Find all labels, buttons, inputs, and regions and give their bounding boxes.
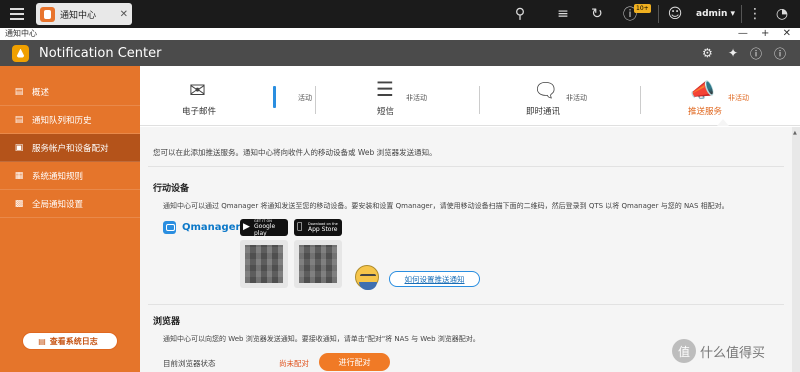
watermark-badge: 值: [672, 339, 696, 363]
log-icon: ▤: [38, 336, 46, 346]
view-system-log-label: 查看系统日志: [49, 336, 98, 346]
tab-push-service[interactable]: 📣 非活动 推送服务: [688, 66, 800, 126]
divider: [148, 166, 784, 167]
tab-status: 非活动: [728, 94, 749, 102]
window-titlebar: 通知中心 — + ✕: [0, 28, 800, 40]
app-tab-title: 通知中心: [60, 10, 97, 21]
scrollbar[interactable]: ▲: [792, 127, 800, 372]
browser-status-label: 目前浏览器状态: [163, 359, 216, 368]
tab-label: 短信: [377, 107, 395, 117]
topbar-divider: [658, 5, 659, 23]
gear-icon[interactable]: ⚙: [702, 40, 713, 66]
tab-status: 活动: [298, 94, 312, 102]
tab-sms[interactable]: ☰ 非活动 短信: [370, 66, 490, 126]
sidebar-item-rules[interactable]: ▦ 系统通知规则: [0, 162, 140, 190]
mascot-icon: [355, 265, 379, 290]
tools-icon[interactable]: ✦: [728, 40, 738, 66]
sidebar: ▤ 概述 ▤ 通知队列和历史 ▣ 服务帐户和设备配对 ▦ 系统通知规则 ▩ 全局通知设置: [0, 66, 140, 372]
sidebar-item-global-settings[interactable]: ▩ 全局通知设置: [0, 190, 140, 218]
sidebar-item-label: 服务帐户和设备配对: [32, 143, 109, 154]
search-icon[interactable]: ⚲: [510, 0, 530, 28]
google-play-label: Google play: [254, 222, 276, 237]
stack-icon[interactable]: ≡: [553, 0, 573, 28]
tab-divider: [640, 86, 641, 114]
divider: [148, 304, 784, 305]
sidebar-item-label: 全局通知设置: [32, 199, 84, 210]
sidebar-item-overview[interactable]: ▤ 概述: [0, 78, 140, 106]
hamburger-icon: [10, 13, 24, 15]
settings-icon: ▩: [14, 198, 24, 209]
sync-icon[interactable]: ↻: [587, 0, 607, 28]
tab-divider: [479, 86, 480, 114]
sidebar-item-queue-history[interactable]: ▤ 通知队列和历史: [0, 106, 140, 134]
megaphone-icon: 📣: [690, 78, 715, 102]
username: admin: [696, 9, 728, 19]
tab-close-icon[interactable]: ✕: [120, 9, 128, 20]
active-tab-caret: [717, 119, 729, 126]
rules-icon: ▦: [14, 170, 24, 181]
notification-app-icon: [40, 6, 55, 22]
tab-divider: [315, 86, 316, 114]
play-icon: ▶: [243, 222, 250, 232]
tab-status: 非活动: [566, 94, 587, 102]
intro-text: 您可以在此添加推送服务。通知中心将向收件人的移动设备或 Web 浏览器发送通知。: [153, 148, 437, 157]
tab-label: 推送服务: [688, 107, 723, 117]
user-menu[interactable]: admin ▾: [696, 0, 735, 28]
google-play-badge[interactable]: ▶ GET IT ON Google play: [240, 219, 288, 237]
user-icon[interactable]: ☺: [665, 0, 685, 28]
chevron-down-icon: ▾: [730, 9, 736, 19]
app-title: Notification Center: [39, 45, 162, 61]
app-header: Notification Center: [0, 40, 800, 66]
tab-label: 电子邮件: [182, 107, 217, 117]
app-logo-icon: [12, 44, 29, 62]
main-menu-button[interactable]: [0, 0, 34, 28]
browser-status-value: 尚未配对: [279, 359, 309, 368]
window-title: 通知中心: [5, 29, 37, 38]
scroll-up-icon[interactable]: ▲: [793, 130, 797, 136]
chart-icon: ▤: [14, 86, 24, 97]
mobile-section-heading: 行动设备: [153, 184, 190, 194]
list-icon: ▤: [14, 114, 24, 125]
watermark: 值 什么值得买: [672, 339, 765, 363]
tab-email[interactable]: ✉ 活动 电子邮件: [180, 66, 312, 126]
devices-icon: ▣: [14, 142, 24, 153]
sidebar-item-service-pairing[interactable]: ▣ 服务帐户和设备配对: [0, 134, 140, 162]
topbar-divider: [741, 5, 742, 23]
google-play-qr-code: [240, 240, 288, 288]
mobile-section-desc: 通知中心可以通过 Qmanager 将通知发送至您的移动设备。要安装和设置 Qm…: [163, 202, 729, 210]
service-tabs: ✉ 活动 电子邮件 ☰ 非活动 短信 🗨 非活动 即时通讯 📣 非活动 推送服务: [140, 66, 800, 126]
sms-icon: ☰: [376, 77, 394, 101]
app-store-badge[interactable]:  Download on the App Store: [294, 219, 342, 236]
sidebar-item-label: 概述: [32, 87, 50, 98]
app-store-label: App Store: [308, 226, 338, 233]
sidebar-item-label: 通知队列和历史: [32, 115, 92, 126]
howto-push-link[interactable]: 如何设置推送通知: [389, 271, 480, 287]
help-icon[interactable]: ⓘ: [750, 40, 762, 66]
tab-label: 即时通讯: [526, 107, 561, 117]
notification-badge: 10+: [634, 4, 651, 13]
qmanager-name: Qmanager: [182, 222, 241, 233]
app-tab[interactable]: 通知中心 ✕: [36, 3, 132, 25]
tab-im[interactable]: 🗨 非活动 即时通讯: [526, 66, 646, 126]
browser-section-desc: 通知中心可以向您的 Web 浏览器发送通知。要接收通知，请单击"配对"将 NAS…: [163, 335, 480, 343]
dashboard-icon[interactable]: ◔: [772, 0, 792, 28]
window-controls[interactable]: — + ✕: [738, 28, 796, 40]
watermark-text: 什么值得买: [700, 345, 766, 361]
info-icon[interactable]: ⓘ: [774, 40, 786, 66]
qmanager-icon: [163, 221, 176, 234]
more-icon[interactable]: ⋮: [745, 0, 765, 28]
mail-icon: ✉: [189, 78, 206, 102]
browser-section-heading: 浏览器: [153, 317, 181, 327]
app-store-qr-code: [294, 240, 342, 288]
sidebar-item-label: 系统通知规则: [32, 171, 84, 182]
pair-button[interactable]: 进行配对: [319, 353, 390, 371]
active-indicator: [273, 86, 276, 108]
view-system-log-button[interactable]: ▤ 查看系统日志: [22, 332, 118, 350]
tab-status: 非活动: [406, 94, 427, 102]
apple-icon: : [297, 222, 302, 232]
system-topbar: 通知中心 ✕ ⚲ ≡ ↻ ⓘ 10+ ☺ admin ▾ ⋮ ◔: [0, 0, 800, 28]
chat-icon: 🗨: [533, 78, 559, 102]
